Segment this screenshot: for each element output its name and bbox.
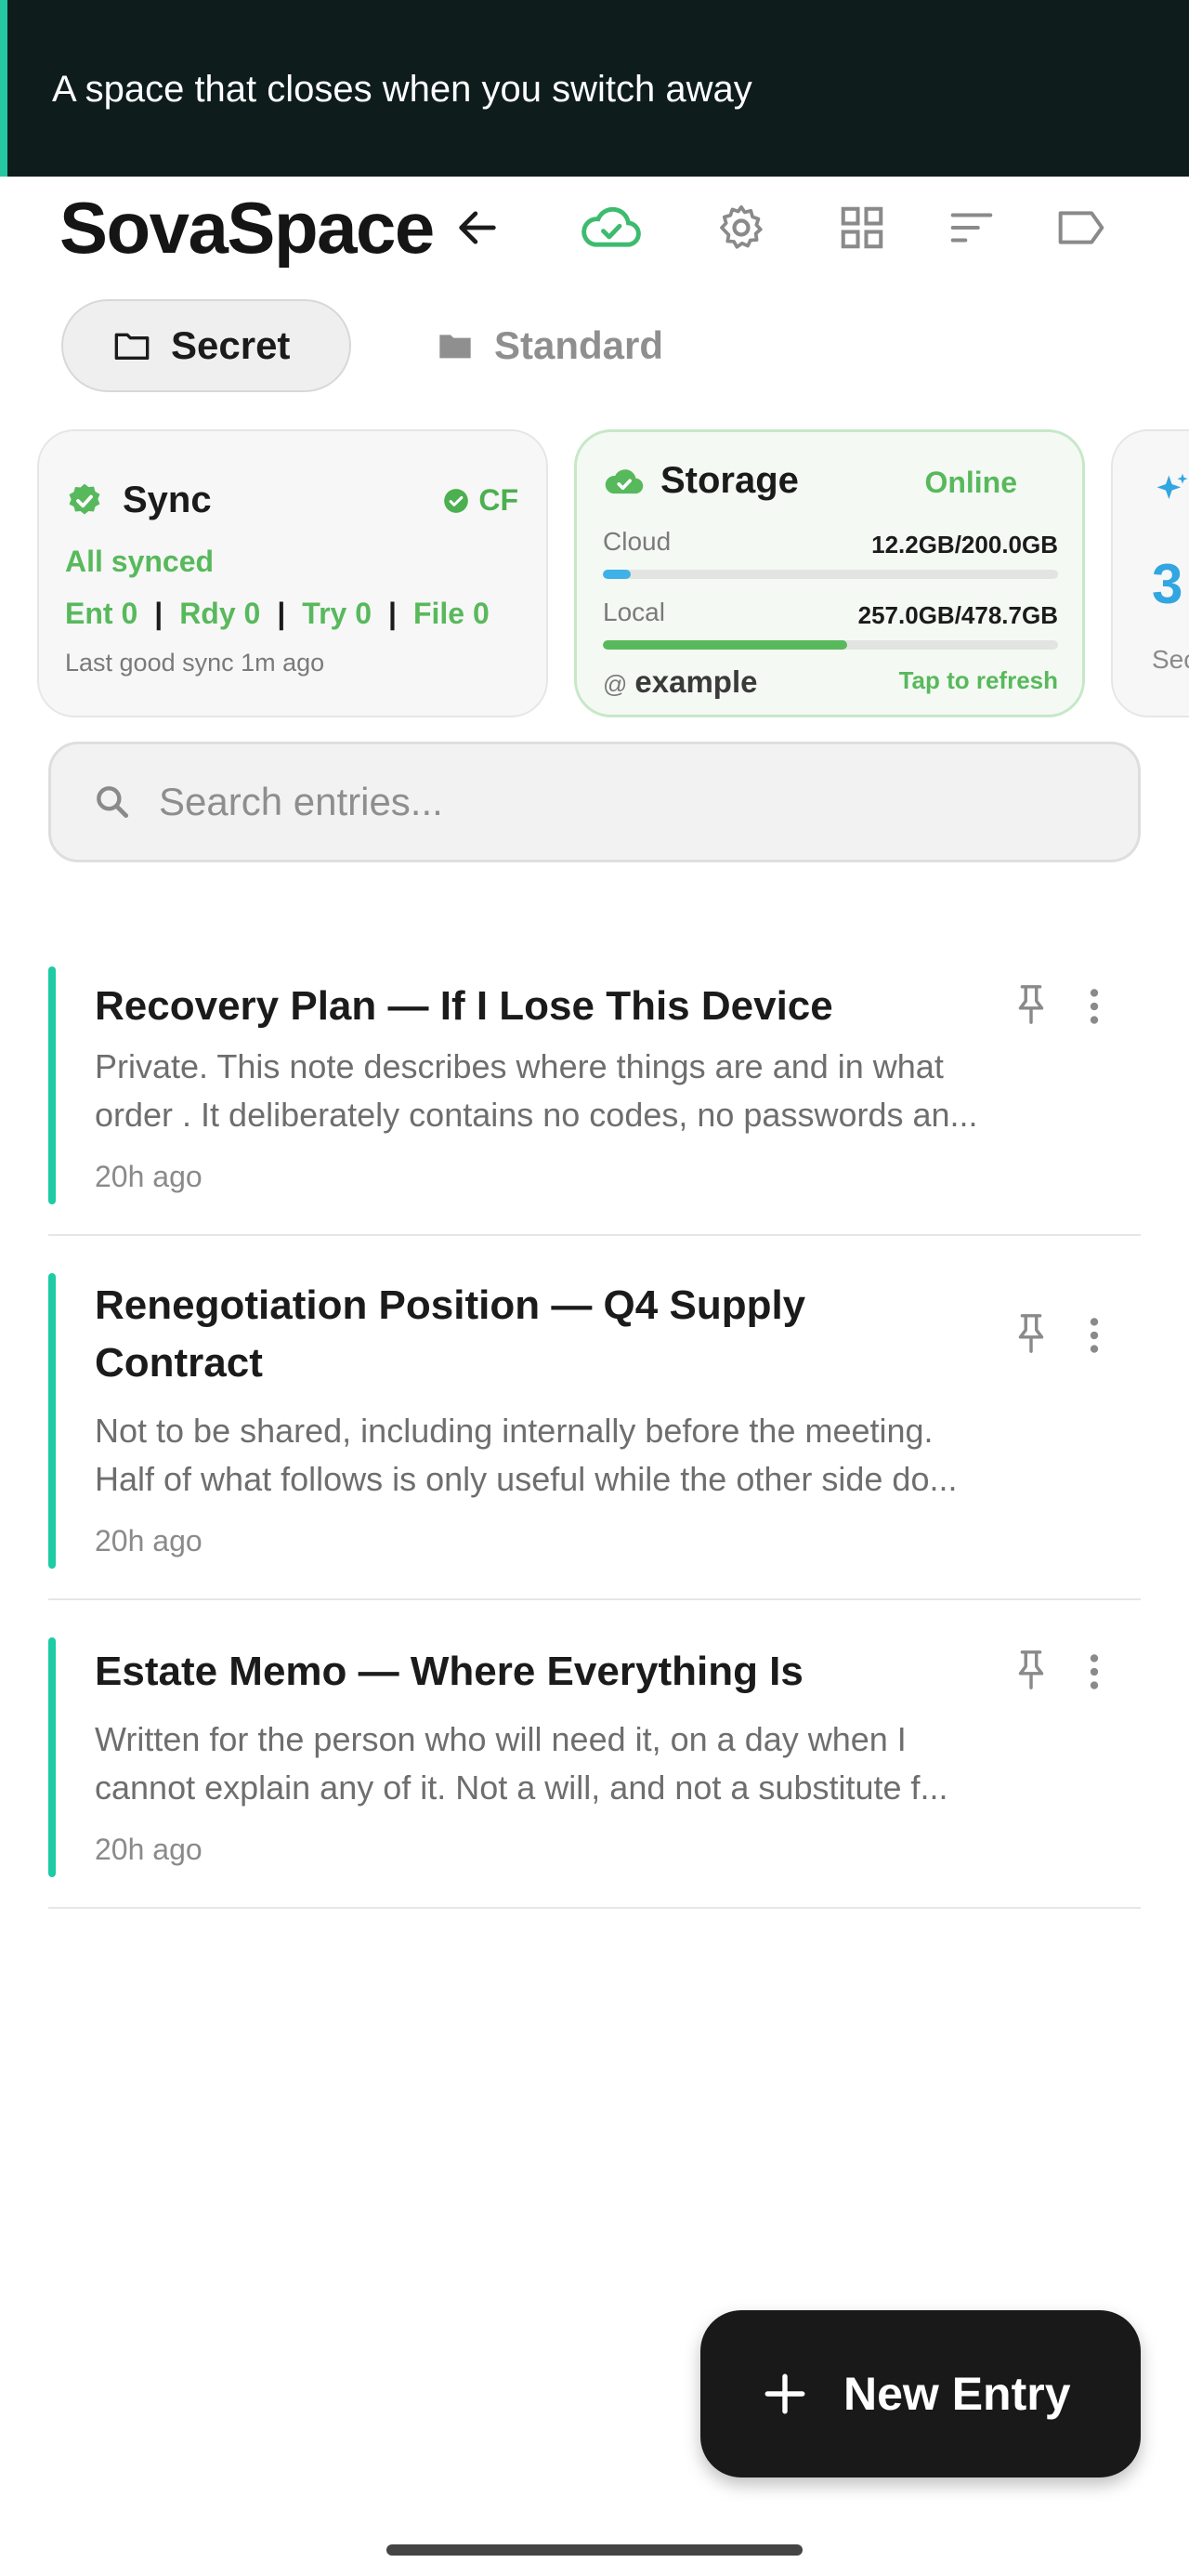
entry-preview-line2: Half of what follows is only useful whil… [95,1460,958,1498]
entry-accent-bar [48,1273,56,1569]
entry-time: 20h ago [95,1160,203,1193]
entry-accent-bar [48,966,56,1204]
folder-icon [439,335,471,359]
cloud-label: Cloud [603,527,672,556]
entry-preview-line2: order . It deliberately contains no code… [95,1096,978,1134]
sync-provider-label: CF [478,483,518,517]
entry-title: Recovery Plan — If I Lose This Device [95,983,833,1029]
local-usage: 257.0GB/478.7GB [857,601,1058,629]
more-vert-icon[interactable] [1079,983,1109,1030]
local-usage-bar [603,640,1058,650]
cloud-check-filled-icon [605,468,644,493]
new-entry-button[interactable]: New Entry [700,2310,1141,2477]
pin-icon[interactable] [1010,1310,1052,1357]
security-value: 3 [1152,553,1183,615]
count-files: File 0 [412,597,490,630]
new-entry-label: New Entry [843,2368,1071,2420]
local-label: Local [603,598,665,626]
search-bar[interactable] [48,742,1141,862]
more-vert-icon[interactable] [1079,1312,1109,1359]
storage-card[interactable]: Storage Online Cloud 12.2GB/200.0GB Loca… [574,429,1085,717]
local-usage-fill [603,640,848,650]
plus-icon [764,2373,805,2414]
verified-badge-icon [69,483,100,515]
cloud-usage: 12.2GB/200.0GB [871,531,1058,559]
folder-outline-icon [114,333,150,360]
pin-icon[interactable] [1010,1647,1052,1693]
cloud-usage-bar [603,570,1058,579]
account: @ example [603,664,758,700]
storage-title: Storage [660,460,799,501]
sort-icon[interactable] [942,198,1001,257]
privacy-banner: A space that closes when you switch away [0,0,1189,177]
label-icon[interactable] [1052,198,1111,257]
count-retry: Try 0 [302,597,372,630]
entry-time: 20h ago [95,1833,203,1866]
security-label: Sec [1152,645,1189,674]
home-indicator[interactable] [386,2544,803,2556]
pin-icon[interactable] [1010,981,1052,1028]
list-item[interactable]: Estate Memo — Where Everything Is Writte… [48,1637,1141,1909]
entry-preview-line1: Not to be shared, including internally b… [95,1412,934,1450]
tab-standard-label: Standard [494,323,664,367]
account-name: example [634,664,758,699]
tab-standard[interactable]: Standard [437,299,663,392]
banner-accent [0,0,7,177]
list-item[interactable]: Renegotiation Position — Q4 Supply Contr… [48,1273,1141,1600]
storage-status: Online [924,466,1017,499]
grid-icon[interactable] [832,198,892,257]
entry-title: Estate Memo — Where Everything Is [95,1649,804,1694]
entry-preview-line1: Private. This note describes where thing… [95,1047,944,1085]
gear-icon[interactable] [712,198,771,257]
search-icon [97,786,129,819]
app-logo: SovaSpace [59,187,435,269]
entry-accent-bar [48,1637,56,1877]
count-entries: Ent 0 [65,597,138,630]
security-card[interactable]: 3 Sec [1111,429,1189,717]
back-arrow-icon[interactable] [448,198,507,257]
last-sync-time: Last good sync 1m ago [65,649,325,677]
count-ready: Rdy 0 [179,597,261,630]
sync-card[interactable]: Sync CF All synced Ent 0 | Rdy 0 | Try 0 | Fil… [37,429,548,717]
check-circle-icon [444,488,469,513]
cloud-usage-fill [603,570,631,579]
more-vert-icon[interactable] [1079,1649,1109,1695]
tab-secret-label: Secret [171,323,291,367]
entry-preview-line1: Written for the person who will need it,… [95,1720,907,1758]
list-item[interactable]: Recovery Plan — If I Lose This Device Pr… [48,966,1141,1236]
sync-provider-badge: CF [443,483,518,518]
banner-text: A space that closes when you switch away [52,69,752,110]
search-input[interactable] [159,780,1088,824]
sync-counts: Ent 0 | Rdy 0 | Try 0 | File 0 [65,597,490,630]
refresh-hint[interactable]: Tap to refresh [899,666,1058,695]
entry-time: 20h ago [95,1524,203,1557]
sparkle-icon [1156,473,1188,500]
entry-title: Renegotiation Position — Q4 Supply Contr… [95,1282,806,1386]
tab-secret[interactable]: Secret [61,299,351,392]
sync-status: All synced [65,545,215,578]
at-icon: @ [603,670,628,698]
sync-title: Sync [123,480,212,520]
cloud-check-icon[interactable] [578,198,645,257]
entry-preview-line2: cannot explain any of it. Not a will, an… [95,1768,948,1807]
